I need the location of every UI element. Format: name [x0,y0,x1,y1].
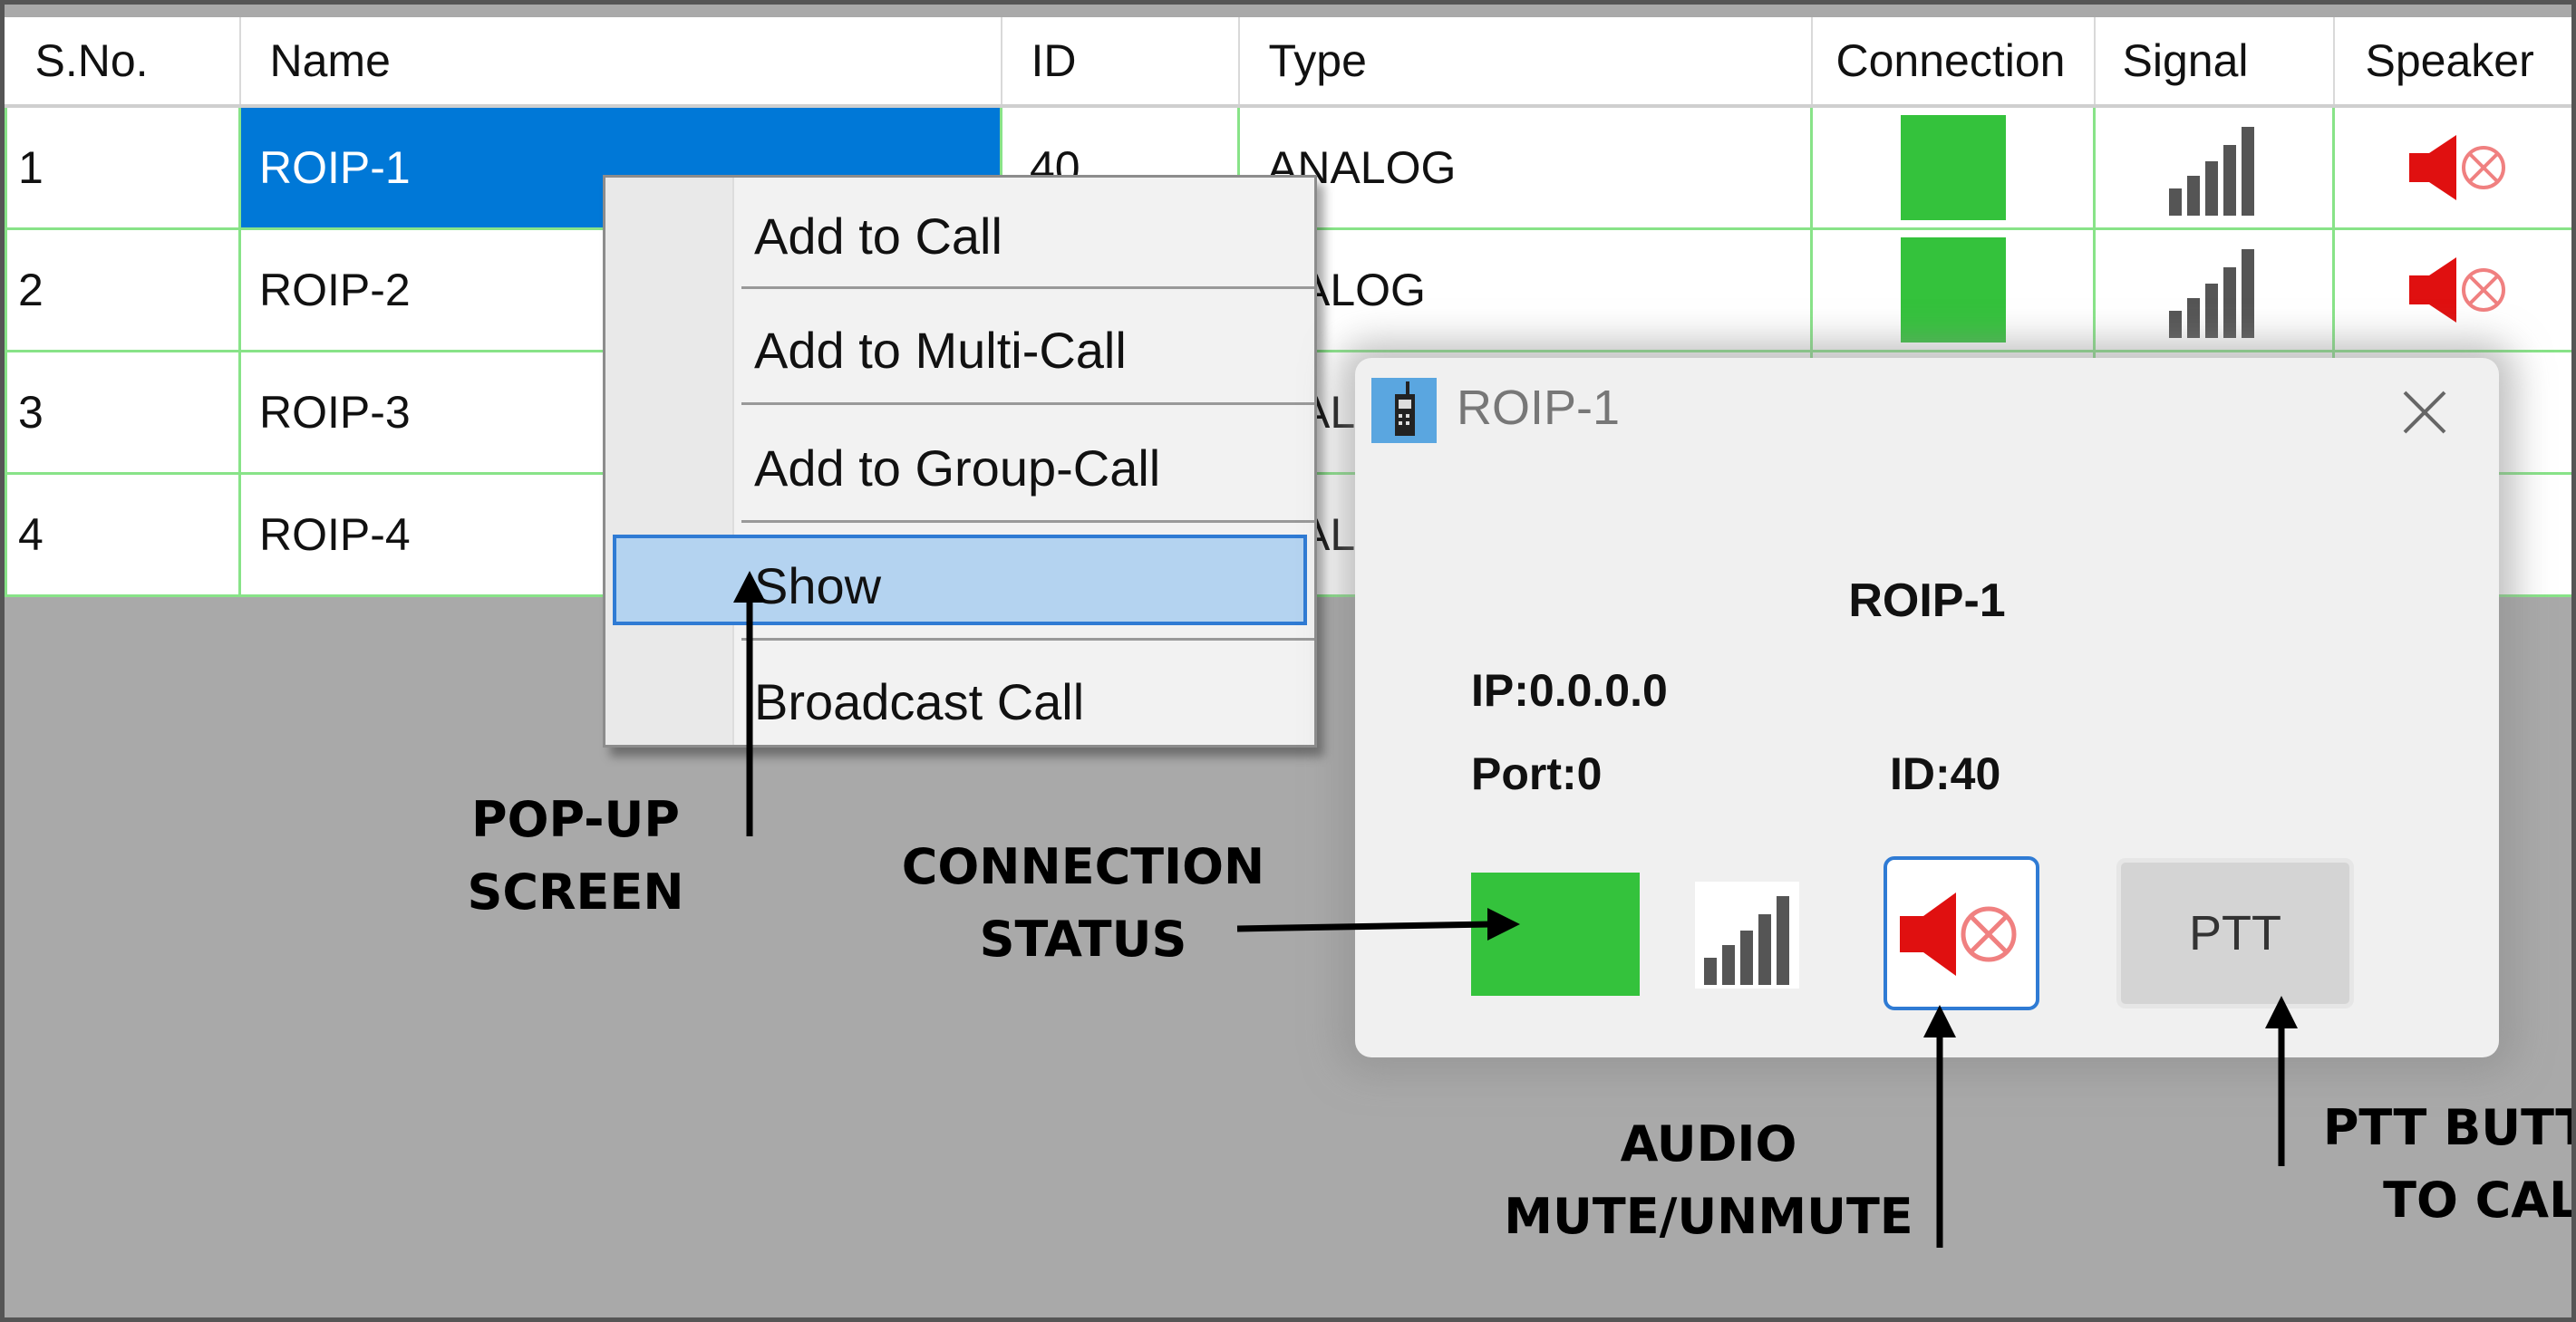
device-name: ROIP-1 [1848,574,2006,627]
col-header-id[interactable]: ID [1001,17,1240,108]
cell-connection[interactable] [1810,227,2096,352]
cell-signal[interactable] [2093,104,2335,230]
col-header-type[interactable]: Type [1238,17,1813,108]
speaker-muted-icon [2408,256,2505,323]
menu-item-add-to-group-call[interactable]: Add to Group-Call [605,417,1314,507]
annotation-connection-status: CONNECTION STATUS [901,838,1265,968]
device-port: Port:0 [1471,748,1603,799]
col-header-connection[interactable]: Connection [1811,17,2096,108]
device-id: ID:40 [1890,748,2001,799]
radio-icon [1371,378,1437,443]
annotation-ptt-button: PTT BUTTON TO CALL [2322,1099,2571,1229]
audio-mute-toggle-button[interactable] [1884,856,2039,1010]
speaker-muted-icon [2408,134,2505,200]
cell-signal[interactable] [2093,227,2335,352]
menu-separator [741,638,1314,641]
signal-bars-icon [1695,882,1799,989]
menu-item-add-to-multi-call[interactable]: Add to Multi-Call [605,299,1314,390]
cell-sno[interactable]: 4 [5,471,241,597]
col-header-name[interactable]: Name [239,17,1002,108]
dialog-title: ROIP-1 [1457,381,1621,435]
device-popup-dialog: ROIP-1 ROIP-1 IP:0.0.0.0 Port:0 ID:40 PT… [1355,358,2499,1057]
ptt-button[interactable]: PTT [2116,858,2354,1008]
cell-type[interactable]: ALOG [1237,227,1813,352]
col-header-sno[interactable]: S.No. [5,17,241,108]
cell-type[interactable]: ANALOG [1237,104,1813,230]
menu-item-add-to-call[interactable]: Add to Call [605,185,1314,275]
connection-status-indicator [1900,114,2006,220]
cell-speaker[interactable] [2332,227,2571,352]
col-header-signal[interactable]: Signal [2094,17,2335,108]
menu-item-broadcast-call[interactable]: Broadcast Call [605,651,1314,741]
connection-status-indicator [1471,873,1640,996]
cell-sno[interactable]: 3 [5,349,241,475]
cell-sno[interactable]: 1 [5,104,241,230]
context-menu: Add to Call Add to Multi-Call Add to Gro… [603,175,1317,748]
cell-sno[interactable]: 2 [5,227,241,352]
device-ip: IP:0.0.0.0 [1471,665,1668,716]
col-header-speaker[interactable]: Speaker [2333,17,2571,108]
signal-bars-icon [2168,126,2254,216]
annotation-audio-mute: AUDIO MUTE/UNMUTE [1504,1115,1913,1245]
signal-bars-icon [2168,248,2254,338]
menu-item-show[interactable]: Show [613,535,1307,625]
cell-speaker[interactable] [2332,104,2571,230]
menu-separator [741,286,1314,289]
annotation-popup-screen: POP-UP SCREEN [467,791,684,921]
app-window: S.No. Name ID Type Connection Signal Spe… [0,0,2576,1322]
speaker-muted-icon [1900,893,2017,976]
connection-status-indicator [1900,236,2006,343]
menu-separator [741,520,1314,523]
cell-connection[interactable] [1810,104,2096,230]
menu-separator [741,402,1314,405]
close-icon[interactable] [2397,385,2452,439]
grid-header: S.No. Name ID Type Connection Signal Spe… [5,17,2571,108]
